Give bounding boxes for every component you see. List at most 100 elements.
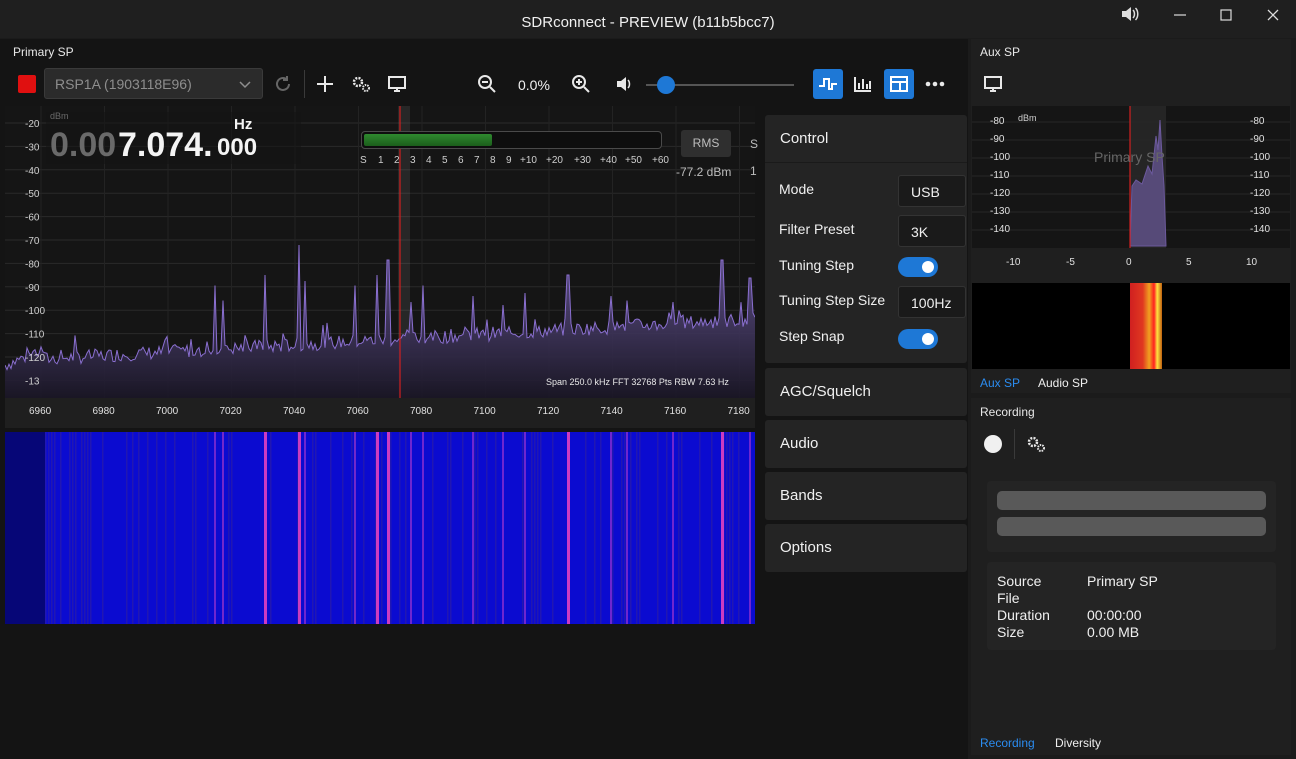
waterfall-streak — [540, 432, 542, 624]
tab-recording[interactable]: Recording — [980, 736, 1035, 750]
frequency-display[interactable]: 0.00 7.074. 000 Hz — [46, 112, 301, 164]
volume-icon[interactable] — [610, 69, 640, 99]
settings-icon[interactable] — [346, 69, 376, 99]
waterfall-streak — [405, 432, 407, 624]
tab-aux-sp[interactable]: Aux SP — [980, 376, 1020, 390]
spectrum-y-tick: -40 — [25, 166, 40, 177]
waterfall-signal — [672, 432, 674, 624]
aux-y-tick: -120 — [990, 188, 1011, 199]
waterfall-streak — [477, 432, 479, 624]
maximize-icon[interactable] — [1214, 6, 1238, 30]
device-select[interactable]: RSP1A (1903118E96) — [44, 68, 263, 99]
source-value: Primary SP — [1087, 573, 1158, 589]
volume-slider-thumb[interactable] — [656, 76, 675, 94]
step-snap-toggle[interactable] — [898, 329, 938, 349]
waterfall-signal — [354, 432, 356, 624]
chevron-down-icon — [238, 77, 252, 94]
waterfall-streak — [342, 432, 344, 624]
plus-icon[interactable] — [310, 69, 340, 99]
tab-audio-sp[interactable]: Audio SP — [1038, 376, 1088, 390]
waveform-icon[interactable] — [813, 69, 843, 99]
close-icon[interactable] — [1261, 6, 1285, 30]
waterfall-signal — [721, 432, 724, 624]
split-view-icon[interactable] — [884, 69, 914, 99]
aux-panel-title: Aux SP — [980, 45, 1021, 59]
waterfall-streak — [495, 432, 497, 624]
waterfall-signal — [567, 432, 570, 624]
speaker-icon[interactable] — [1118, 6, 1142, 30]
source-label: Source — [997, 573, 1042, 589]
aux-monitor-icon[interactable] — [978, 69, 1008, 99]
s-meter-tick: +50 — [625, 155, 642, 166]
waterfall-signal — [749, 432, 751, 624]
waterfall-streak — [732, 432, 734, 624]
frequency-tick: 7040 — [283, 406, 306, 417]
waterfall-streak — [165, 432, 167, 624]
waterfall-streak — [231, 432, 233, 624]
more-icon[interactable] — [920, 69, 950, 99]
waterfall-streak — [486, 432, 488, 624]
waterfall-streak — [621, 432, 623, 624]
options-header[interactable]: Options — [780, 539, 832, 556]
waterfall-streak — [72, 432, 74, 624]
waterfall-streak — [54, 432, 56, 624]
waterfall-streak — [624, 432, 626, 624]
waterfall-streak — [84, 432, 86, 624]
recording-progress-bar-2 — [997, 517, 1266, 536]
aux-spectrum[interactable] — [972, 106, 1290, 248]
record-icon[interactable] — [978, 429, 1008, 459]
waterfall-streak — [69, 432, 71, 624]
waterfall-streak — [666, 432, 668, 624]
waterfall-streak — [522, 432, 524, 624]
agc-squelch-header[interactable]: AGC/Squelch — [780, 383, 871, 400]
tuning-step-toggle[interactable] — [898, 257, 938, 277]
frequency-axis[interactable]: 6960 6980 7000 7020 7040 7060 7080 7100 7120 7140… — [5, 398, 755, 428]
monitor-icon[interactable] — [382, 69, 412, 99]
waterfall-streak — [48, 432, 50, 624]
step-snap-label: Step Snap — [779, 328, 845, 344]
tab-diversity[interactable]: Diversity — [1055, 736, 1101, 750]
frequency-tick: 6960 — [29, 406, 52, 417]
waterfall-streak — [330, 432, 332, 624]
aux-y-tick: -110 — [1250, 170, 1270, 181]
recording-settings-icon[interactable] — [1021, 429, 1051, 459]
waterfall-signal — [376, 432, 379, 624]
s-meter-tick: +20 — [546, 155, 563, 166]
zoom-level: 0.0% — [518, 77, 550, 93]
waterfall-streak — [156, 432, 158, 624]
s-meter-tick: 5 — [442, 155, 448, 166]
waterfall-streak — [315, 432, 317, 624]
tuning-step-size-select[interactable]: 100Hz — [898, 286, 966, 318]
aux-y-tick: -110 — [990, 170, 1010, 181]
audio-header[interactable]: Audio — [780, 435, 818, 452]
waterfall-streak — [432, 432, 434, 624]
s-meter-tick: 2 — [394, 155, 400, 166]
aux-y-tick: -130 — [1250, 206, 1271, 217]
s-meter-tick: +40 — [600, 155, 617, 166]
rms-button[interactable]: RMS — [681, 130, 731, 157]
zoom-out-icon[interactable] — [472, 69, 502, 99]
recording-progress-bar-1 — [997, 491, 1266, 510]
waterfall-signal — [502, 432, 504, 624]
size-value: 0.00 MB — [1087, 624, 1140, 640]
mode-select[interactable]: USB — [898, 175, 966, 207]
waterfall-streak — [552, 432, 554, 624]
aux-y-tick: -120 — [1250, 188, 1271, 199]
primary-panel-title: Primary SP — [13, 45, 74, 59]
aux-waterfall[interactable] — [972, 283, 1290, 369]
waterfall-streak — [147, 432, 149, 624]
bands-header[interactable]: Bands — [780, 487, 823, 504]
bar-chart-icon[interactable] — [848, 69, 878, 99]
stop-icon[interactable] — [12, 69, 42, 99]
zoom-in-icon[interactable] — [566, 69, 596, 99]
control-header[interactable]: Control — [780, 130, 828, 147]
minimize-icon[interactable] — [1168, 6, 1192, 30]
waterfall-streak — [207, 432, 209, 624]
waterfall-signal — [472, 432, 474, 624]
filter-preset-select[interactable]: 3K — [898, 215, 966, 247]
waterfall-streak — [585, 432, 587, 624]
signal-level-value: -77.2 dBm — [676, 165, 732, 179]
refresh-icon[interactable] — [268, 69, 298, 99]
waterfall-streak — [738, 432, 740, 624]
waterfall-display[interactable] — [5, 432, 755, 624]
